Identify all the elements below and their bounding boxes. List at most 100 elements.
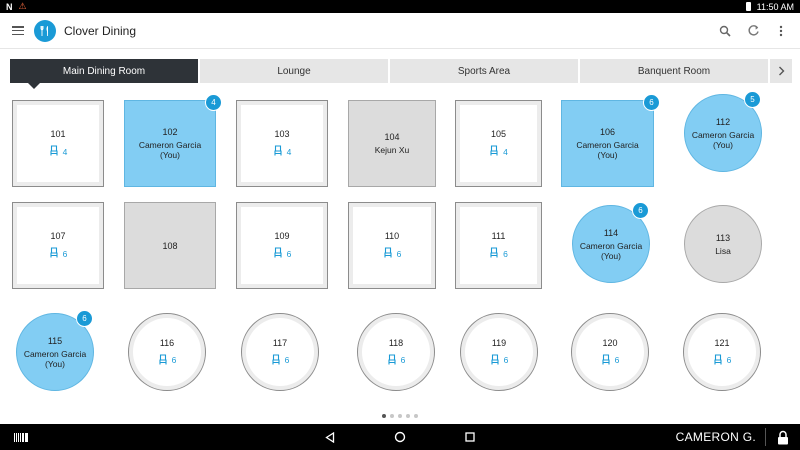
guest-count-badge: 6	[643, 94, 660, 111]
hamburger-menu-icon[interactable]	[12, 26, 24, 35]
table-116[interactable]: 116 6	[128, 313, 206, 391]
table-number: 119	[491, 337, 507, 348]
refresh-icon[interactable]	[746, 24, 760, 38]
tab-lounge[interactable]: Lounge	[200, 59, 388, 83]
chair-icon	[489, 145, 499, 158]
table-113[interactable]: 113 Lisa	[684, 205, 762, 283]
seat-count-value: 6	[726, 355, 732, 365]
table-number: 112	[715, 116, 731, 127]
divider	[765, 428, 766, 446]
chair-icon	[271, 353, 281, 367]
table-119[interactable]: 119 6	[460, 313, 538, 391]
home-icon[interactable]	[390, 427, 410, 447]
table-number: 114	[603, 227, 619, 238]
table-number: 101	[50, 129, 66, 139]
table-101[interactable]: 101 4	[12, 100, 104, 187]
more-vert-icon[interactable]	[774, 24, 788, 38]
table-number: 104	[384, 132, 400, 142]
navigation-bar: CAMERON G.	[0, 424, 800, 450]
table-server-name: Kejun Xu	[374, 145, 410, 155]
table-115[interactable]: 115 Cameron Garcia (You) 6	[16, 310, 94, 391]
table-108[interactable]: 108	[124, 202, 216, 289]
chair-icon	[49, 145, 59, 158]
table-109[interactable]: 109 6	[236, 202, 328, 289]
guest-count-badge: 6	[76, 310, 93, 327]
table-number: 110	[384, 231, 400, 241]
guest-count-badge: 5	[744, 91, 761, 108]
table-102[interactable]: 102 Cameron Garcia (You) 4	[124, 94, 222, 187]
table-server-name: Cameron Garcia (You)	[691, 129, 755, 150]
tab-main-dining-room[interactable]: Main Dining Room	[10, 59, 198, 89]
seat-count: 6	[601, 353, 620, 367]
seat-count-value: 6	[396, 248, 402, 259]
search-icon[interactable]	[718, 24, 732, 38]
table-number: 106	[599, 127, 616, 137]
seat-count-value: 6	[286, 248, 292, 259]
current-user-name[interactable]: CAMERON G.	[676, 424, 756, 450]
fork-knife-logo-icon	[34, 19, 56, 42]
chair-icon	[383, 247, 393, 260]
seat-count: 6	[271, 353, 290, 367]
guest-count-badge: 4	[205, 94, 222, 111]
table-103[interactable]: 103 4	[236, 100, 328, 187]
table-117[interactable]: 117 6	[241, 313, 319, 391]
seat-count-value: 6	[503, 355, 509, 365]
table-number: 120	[602, 337, 618, 348]
page-dot[interactable]	[398, 414, 402, 418]
chevron-right-icon[interactable]	[770, 59, 792, 83]
seat-count: 6	[49, 247, 67, 260]
recents-icon[interactable]	[460, 427, 480, 447]
seat-count: 6	[489, 247, 508, 260]
table-number: 103	[274, 129, 290, 139]
table-104[interactable]: 104 Kejun Xu	[348, 100, 436, 187]
table-112[interactable]: 112 Cameron Garcia (You) 5	[684, 91, 762, 172]
tab-banquent-room[interactable]: Banquent Room	[580, 59, 768, 83]
chair-icon	[273, 247, 283, 260]
table-121[interactable]: 121 6	[683, 313, 761, 391]
tab-sports-area[interactable]: Sports Area	[390, 59, 578, 83]
warning-icon: ⚠	[18, 1, 27, 11]
seat-count-value: 6	[284, 355, 290, 365]
table-120[interactable]: 120 6	[571, 313, 649, 391]
seat-count: 6	[273, 247, 292, 260]
table-number: 108	[162, 240, 178, 251]
back-icon[interactable]	[320, 427, 340, 447]
table-118[interactable]: 118 6	[357, 313, 435, 391]
n-notification-icon: N	[6, 1, 13, 12]
table-number: 116	[159, 337, 175, 348]
status-bar: N ⚠ 11:50 AM	[0, 0, 800, 13]
seat-count-value: 6	[400, 355, 406, 365]
page-dot[interactable]	[382, 414, 386, 418]
table-server-name: Cameron Garcia (You)	[576, 140, 639, 160]
table-114[interactable]: 114 Cameron Garcia (You) 6	[572, 202, 650, 283]
battery-icon	[745, 2, 751, 11]
seat-count-value: 6	[614, 355, 620, 365]
table-107[interactable]: 107 6	[12, 202, 104, 289]
table-number: 107	[50, 231, 66, 241]
status-time: 11:50 AM	[756, 1, 794, 12]
lock-icon[interactable]	[774, 428, 792, 446]
table-110[interactable]: 110 6	[348, 202, 436, 289]
table-106[interactable]: 106 Cameron Garcia (You) 6	[561, 94, 660, 187]
seat-count: 6	[383, 247, 402, 260]
app-bar: Clover Dining	[0, 13, 800, 49]
page-dot[interactable]	[390, 414, 394, 418]
floor-plan: 101 4 102 Cameron Garcia (You) 4 103 4 104 Kejun…	[0, 90, 800, 410]
barcode-icon[interactable]	[14, 432, 28, 442]
page-dot[interactable]	[406, 414, 410, 418]
seat-count-value: 4	[62, 146, 68, 157]
table-number: 102	[162, 127, 178, 137]
seat-count: 4	[489, 145, 508, 158]
page-dot[interactable]	[414, 414, 418, 418]
table-server-name: Lisa	[715, 245, 731, 256]
table-111[interactable]: 111 6	[455, 202, 542, 289]
seat-count: 6	[387, 353, 406, 367]
table-server-name: Cameron Garcia (You)	[23, 348, 87, 369]
table-number: 111	[491, 231, 506, 241]
table-server-name: Cameron Garcia (You)	[138, 140, 202, 160]
table-105[interactable]: 105 4	[455, 100, 542, 187]
seat-count: 6	[490, 353, 509, 367]
app-title: Clover Dining	[64, 23, 137, 38]
seat-count: 4	[273, 145, 291, 158]
seat-count: 4	[49, 145, 68, 158]
